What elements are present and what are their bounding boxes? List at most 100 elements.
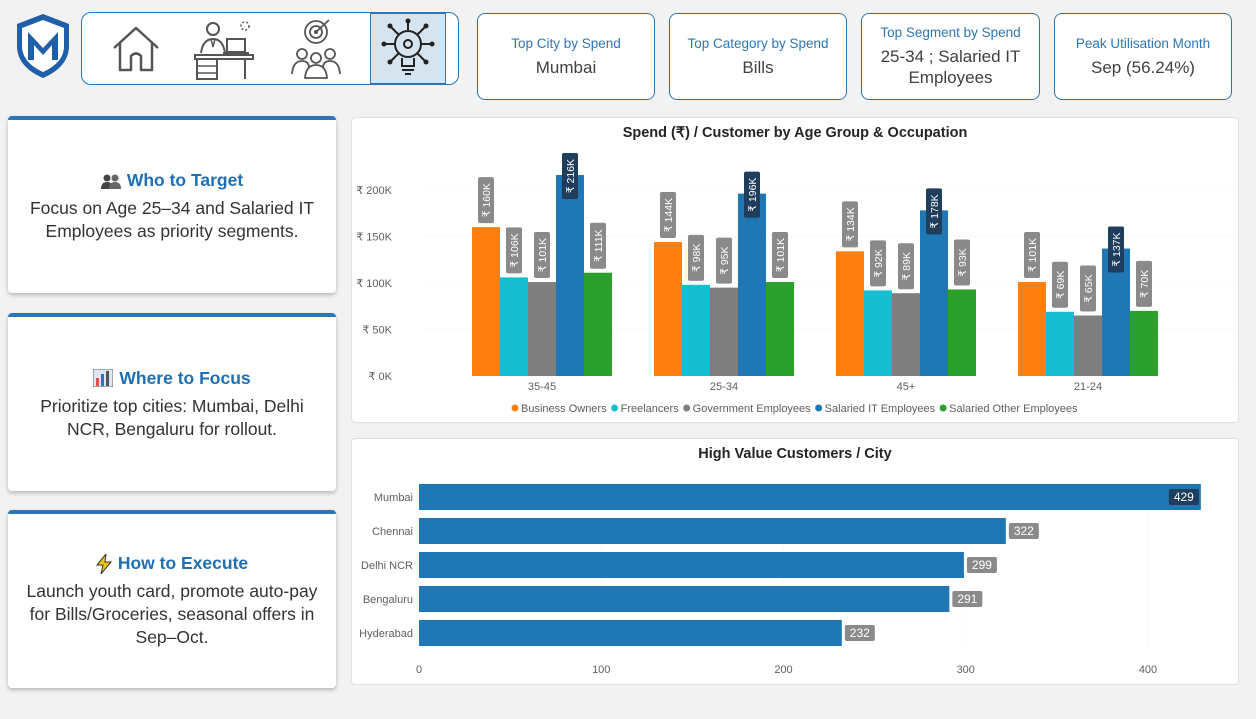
bar[interactable] xyxy=(836,251,864,376)
data-label: 291 xyxy=(957,592,977,606)
data-label: ₹ 144K xyxy=(663,198,675,232)
kpi-top-segment: Top Segment by Spend 25-34 ; Salaried IT… xyxy=(861,13,1040,100)
kpi-value: Sep (56.24%) xyxy=(1091,57,1195,77)
y-tick-label: ₹ 0K xyxy=(368,371,392,383)
workspace-icon xyxy=(194,20,254,80)
kpi-value: Mumbai xyxy=(535,57,597,77)
insight-text: Focus on Age 25–34 and Salaried IT Emplo… xyxy=(29,198,315,241)
insight-heading: Where to Focus xyxy=(119,367,251,388)
bar[interactable] xyxy=(419,552,964,578)
kpi-title: Top City by Spend xyxy=(511,35,621,51)
bar[interactable] xyxy=(584,272,612,376)
bar[interactable] xyxy=(1046,311,1074,376)
data-label: ₹ 196K xyxy=(747,178,759,212)
kpi-title: Top Category by Spend xyxy=(687,35,829,51)
bar[interactable] xyxy=(472,227,500,376)
kpi-value: Bills xyxy=(742,57,774,77)
legend-label[interactable]: Salaried IT Employees xyxy=(825,403,936,415)
home-icon xyxy=(113,26,159,71)
nav-workspace-button[interactable] xyxy=(186,13,262,84)
bar[interactable] xyxy=(1074,315,1102,376)
y-tick-label: ₹ 50K xyxy=(362,324,392,336)
y-tick-label: Delhi NCR xyxy=(361,560,413,572)
city-chart-svg: 0 100 200 300 400 Mumbai 429 Chennai 322 Delhi NC… xyxy=(359,479,1201,676)
data-label: ₹ 101K xyxy=(1027,238,1039,272)
high-value-customers-chart: High Value Customers / City 0 100 200 300 40… xyxy=(351,438,1239,685)
bar[interactable] xyxy=(1130,310,1158,376)
bar[interactable] xyxy=(766,282,794,376)
data-label: 322 xyxy=(1014,524,1034,538)
y-tick-label: Bengaluru xyxy=(363,594,413,606)
insight-heading: How to Execute xyxy=(117,553,249,573)
data-label: ₹ 89K xyxy=(901,252,913,280)
kpi-title: Peak Utilisation Month xyxy=(1075,35,1211,51)
bar[interactable] xyxy=(654,242,682,376)
bar[interactable] xyxy=(419,518,1006,544)
bar[interactable] xyxy=(710,287,738,376)
y-tick-label: Hyderabad xyxy=(359,628,413,640)
target-audience-icon xyxy=(291,18,341,79)
bar[interactable] xyxy=(864,290,892,376)
data-label: 429 xyxy=(1174,490,1194,504)
data-label: ₹ 106K xyxy=(509,233,521,267)
x-tick-label: 35-45 xyxy=(528,381,556,393)
legend-label[interactable]: Government Employees xyxy=(693,403,811,415)
bar[interactable] xyxy=(500,277,528,376)
kpi-title: Top Segment by Spend xyxy=(880,25,1021,40)
bar[interactable] xyxy=(556,175,584,376)
city-chart-icon xyxy=(93,369,114,387)
data-label: ₹ 111K xyxy=(593,229,605,262)
y-tick-label: Chennai xyxy=(372,526,413,538)
data-label: ₹ 95K xyxy=(719,246,731,274)
y-tick-label: ₹ 100K xyxy=(356,278,392,290)
legend-marker xyxy=(511,404,519,412)
bar[interactable] xyxy=(892,293,920,376)
lightning-icon xyxy=(95,553,112,574)
x-tick-label: 45+ xyxy=(897,381,916,393)
data-label: ₹ 137K xyxy=(1111,232,1123,266)
bar[interactable] xyxy=(419,620,842,646)
bar[interactable] xyxy=(528,282,556,376)
x-tick-label: 400 xyxy=(1139,664,1157,676)
bar[interactable] xyxy=(419,586,950,612)
x-tick-label: 0 xyxy=(416,664,422,676)
bar[interactable] xyxy=(1018,282,1046,376)
bar[interactable] xyxy=(419,484,1201,510)
data-label: ₹ 160K xyxy=(481,183,493,217)
page-navigator xyxy=(81,12,459,85)
data-label: ₹ 98K xyxy=(691,244,703,272)
x-tick-label: 25-34 xyxy=(710,381,738,393)
data-label: ₹ 65K xyxy=(1083,274,1095,302)
x-tick-label: 300 xyxy=(957,664,975,676)
nav-insights-button[interactable] xyxy=(370,13,446,84)
y-tick-label: ₹ 200K xyxy=(356,185,392,197)
bar[interactable] xyxy=(948,289,976,376)
x-tick-label: 100 xyxy=(592,664,610,676)
legend-label[interactable]: Salaried Other Employees xyxy=(949,403,1078,415)
people-icon xyxy=(100,174,121,189)
kpi-top-city: Top City by Spend Mumbai xyxy=(477,13,655,100)
insight-card-where: Where to Focus Prioritize top cities: Mu… xyxy=(8,313,336,491)
data-label: ₹ 101K xyxy=(775,238,787,272)
nav-home-button[interactable] xyxy=(98,13,174,84)
nav-target-audience-button[interactable] xyxy=(278,13,354,84)
bar[interactable] xyxy=(738,193,766,376)
legend-marker xyxy=(939,404,947,412)
company-logo xyxy=(14,12,72,80)
bar[interactable] xyxy=(920,210,948,376)
bar[interactable] xyxy=(682,284,710,376)
legend-marker xyxy=(611,404,619,412)
insight-card-who: Who to Target Focus on Age 25–34 and Sal… xyxy=(8,116,336,293)
data-label: ₹ 178K xyxy=(929,194,941,228)
legend-label[interactable]: Freelancers xyxy=(621,403,680,415)
insight-text: Prioritize top cities: Mumbai, Delhi NCR… xyxy=(40,395,304,439)
y-tick-label: ₹ 150K xyxy=(356,231,392,243)
insight-heading: Who to Target xyxy=(126,170,244,190)
kpi-peak-month: Peak Utilisation Month Sep (56.24%) xyxy=(1054,13,1232,100)
spend-chart-svg: ₹ 0K ₹ 50K ₹ 100K ₹ 150K ₹ 200K 35-45 ₹ 160K ₹ … xyxy=(356,153,1237,415)
legend-label[interactable]: Business Owners xyxy=(521,403,607,415)
kpi-value: 25-34 ; Salaried IT Employees xyxy=(880,47,1021,87)
data-label: ₹ 70K xyxy=(1139,270,1151,298)
x-tick-label: 21-24 xyxy=(1074,381,1102,393)
data-label: ₹ 92K xyxy=(873,249,885,277)
